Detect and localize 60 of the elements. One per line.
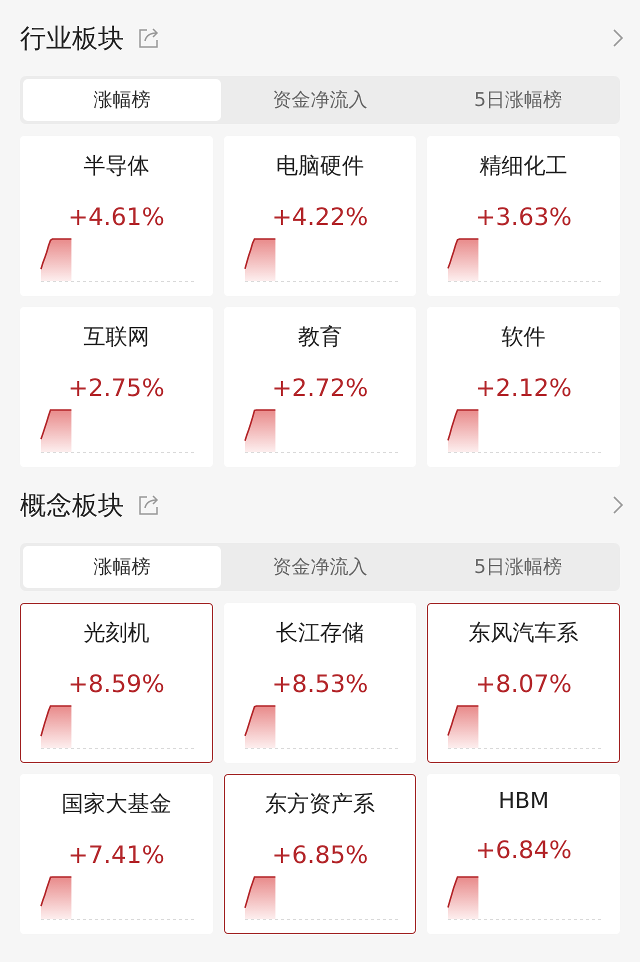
sparkline-chart <box>40 238 72 281</box>
sector-name: 长江存储 <box>276 620 364 648</box>
chevron-right-icon[interactable] <box>612 28 624 48</box>
sector-name: 电脑硬件 <box>276 153 364 181</box>
sector-name: 精细化工 <box>480 153 568 181</box>
sector-card[interactable]: 精细化工 +3.63% <box>427 136 620 296</box>
sparkline-chart <box>244 876 276 919</box>
sparkline-chart <box>448 409 479 452</box>
tab[interactable]: 资金净流入 <box>221 79 419 121</box>
change-percent: +3.63% <box>475 203 572 231</box>
change-percent: +8.53% <box>272 670 368 698</box>
sector-name: 光刻机 <box>83 620 150 648</box>
chevron-right-icon[interactable] <box>612 495 624 515</box>
sparkline-chart <box>244 409 276 452</box>
sector-card[interactable]: 国家大基金 +7.41% <box>20 774 213 934</box>
sparkline-chart <box>244 238 276 281</box>
sector-name: 教育 <box>298 324 342 352</box>
sparkline-chart <box>448 876 479 919</box>
share-icon[interactable] <box>138 494 160 516</box>
change-percent: +7.41% <box>68 841 164 869</box>
sector-card[interactable]: HBM +6.84% <box>427 774 620 934</box>
sector-card[interactable]: 东方资产系 +6.85% <box>224 774 416 934</box>
sparkline-chart <box>448 238 479 281</box>
sector-card[interactable]: 软件 +2.12% <box>427 307 620 467</box>
change-percent: +2.75% <box>68 374 164 402</box>
tab[interactable]: 涨幅榜 <box>23 79 221 121</box>
sector-card[interactable]: 电脑硬件 +4.22% <box>224 136 416 296</box>
sector-name: HBM <box>498 789 549 814</box>
change-percent: +8.59% <box>68 670 164 698</box>
sector-name: 软件 <box>502 324 546 352</box>
sparkline-chart <box>244 705 276 748</box>
sector-name: 东风汽车系 <box>468 620 579 648</box>
share-icon[interactable] <box>138 27 160 49</box>
tab[interactable]: 5日涨幅榜 <box>419 79 617 121</box>
sector-name: 互联网 <box>83 324 150 352</box>
section-title: 行业板块 <box>20 22 124 56</box>
sector-name: 国家大基金 <box>61 791 172 819</box>
tab[interactable]: 5日涨幅榜 <box>419 546 617 588</box>
change-percent: +6.84% <box>475 836 572 864</box>
change-percent: +6.85% <box>272 841 368 869</box>
sector-card[interactable]: 半导体 +4.61% <box>20 136 213 296</box>
sector-card[interactable]: 东风汽车系 +8.07% <box>427 603 620 763</box>
change-percent: +8.07% <box>475 670 572 698</box>
change-percent: +4.61% <box>68 203 164 231</box>
change-percent: +2.72% <box>272 374 368 402</box>
sector-card[interactable]: 长江存储 +8.53% <box>224 603 416 763</box>
sparkline-chart <box>40 409 72 452</box>
sector-name: 东方资产系 <box>264 791 375 819</box>
sparkline-chart <box>448 705 479 748</box>
sparkline-chart <box>40 705 72 748</box>
change-percent: +2.12% <box>475 374 572 402</box>
sector-name: 半导体 <box>83 153 150 181</box>
section-title: 概念板块 <box>20 490 124 522</box>
sector-card[interactable]: 光刻机 +8.59% <box>20 603 213 763</box>
sector-card[interactable]: 互联网 +2.75% <box>20 307 213 467</box>
sector-card[interactable]: 教育 +2.72% <box>224 307 416 467</box>
tab[interactable]: 涨幅榜 <box>23 546 221 588</box>
tab[interactable]: 资金净流入 <box>221 546 419 588</box>
change-percent: +4.22% <box>272 203 368 231</box>
sparkline-chart <box>40 876 72 919</box>
